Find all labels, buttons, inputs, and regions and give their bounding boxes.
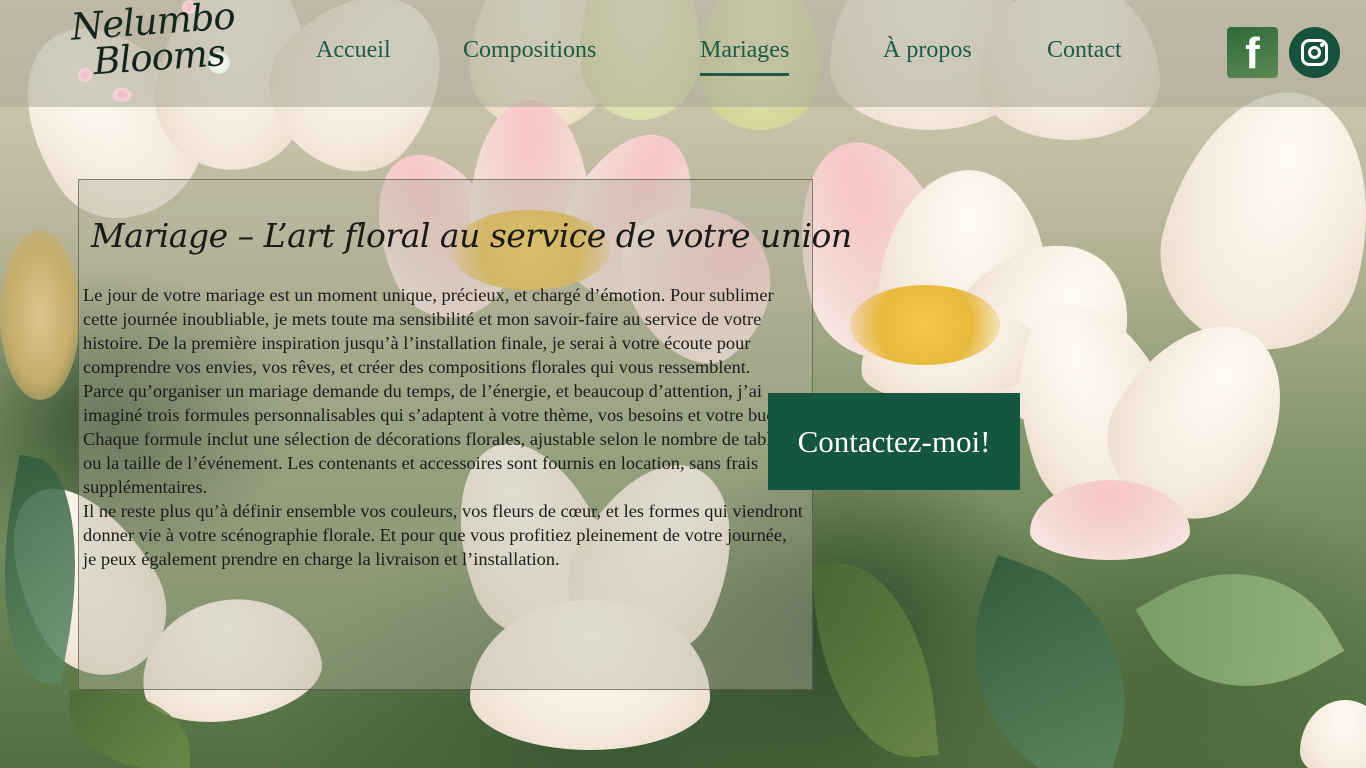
logo-flower-decoration bbox=[112, 88, 132, 102]
page-body: Le jour de votre mariage est un moment u… bbox=[83, 283, 803, 571]
facebook-icon[interactable]: f bbox=[1227, 27, 1278, 78]
body-paragraph: Parce qu’organiser un mariage demande du… bbox=[83, 381, 803, 425]
nav-item-contact[interactable]: Contact bbox=[1047, 37, 1122, 64]
site-header: Nelumbo Blooms Accueil Compositions Mari… bbox=[0, 0, 1366, 107]
nav-item-a-propos[interactable]: À propos bbox=[883, 37, 972, 64]
instagram-dot bbox=[1320, 43, 1324, 47]
contact-me-button[interactable]: Contactez-moi! bbox=[768, 393, 1020, 490]
body-paragraph: Le jour de votre mariage est un moment u… bbox=[83, 285, 774, 377]
page-title: Mariage – L’art floral au service de vot… bbox=[91, 216, 852, 255]
body-paragraph: Il ne reste plus qu’à définir ensemble v… bbox=[83, 501, 803, 569]
nav-item-compositions[interactable]: Compositions bbox=[463, 37, 596, 64]
nav-item-mariages[interactable]: Mariages bbox=[700, 37, 790, 76]
body-paragraph: Chaque formule inclut une sélection de d… bbox=[83, 429, 787, 497]
nav-item-accueil[interactable]: Accueil bbox=[316, 37, 391, 64]
wedding-content-panel: Mariage – L’art floral au service de vot… bbox=[78, 179, 852, 690]
instagram-lens bbox=[1308, 46, 1321, 59]
facebook-glyph: f bbox=[1245, 29, 1260, 78]
instagram-icon[interactable] bbox=[1289, 27, 1340, 78]
main-nav: Accueil Compositions Mariages À propos C… bbox=[0, 37, 1366, 77]
